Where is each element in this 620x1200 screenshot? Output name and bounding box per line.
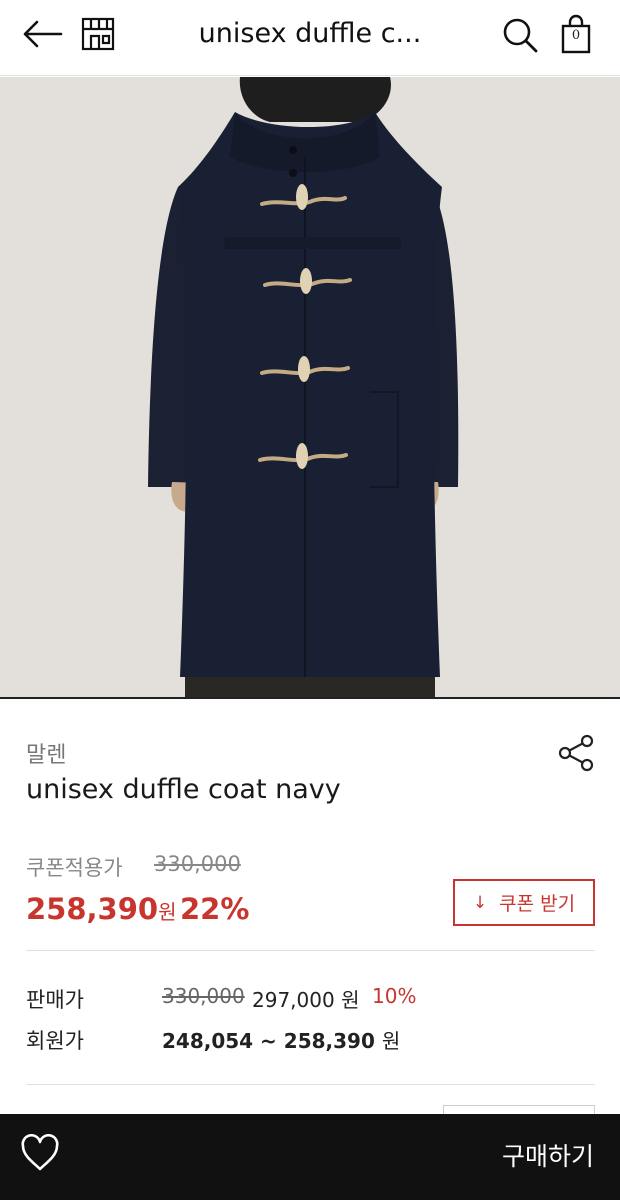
share-icon [558,734,594,772]
product-photo-illustration [0,77,620,697]
coupon-discount-rate: 22% [180,892,250,926]
image-divider [0,697,620,699]
wishlist-button[interactable] [20,1133,66,1180]
page-title: unisex duffle c... [198,18,422,49]
coupon-price-value: 258,390 [26,892,159,926]
product-title: unisex duffle coat navy [26,774,341,805]
sale-original-price: 330,000 [162,984,245,1008]
buy-button[interactable]: 구매하기 [502,1136,594,1178]
brand-name[interactable]: 말렌 [26,737,66,769]
shop-button[interactable] [76,12,120,56]
back-arrow-icon [23,20,63,48]
member-price-range: 248,054 ~ 258,390 원 [162,1025,400,1054]
search-icon [503,18,538,53]
heart-icon [21,1133,59,1171]
cart-button[interactable]: 0 [552,10,600,58]
divider [26,950,595,951]
bottom-action-bar: 구매하기 [0,1114,620,1200]
shop-icon [81,17,115,51]
sale-price: 297,000 원 [252,988,360,1012]
back-button[interactable] [18,12,66,56]
coupon-price: 258,390원 [26,892,177,926]
member-price-label: 회원가 [26,1029,84,1053]
get-coupon-label: 쿠폰 받기 [499,893,576,915]
member-currency-unit: 원 [381,1029,401,1053]
search-button[interactable] [496,12,544,58]
member-price-value: 248,054 ~ 258,390 [162,1029,375,1053]
share-button[interactable] [556,734,600,774]
original-price: 330,000 [154,852,241,876]
get-coupon-button[interactable]: ↓ 쿠폰 받기 [453,879,595,926]
product-image[interactable] [0,77,620,697]
divider [26,1084,595,1085]
top-app-bar: unisex duffle c... 0 [0,0,620,76]
sale-price-label: 판매가 [26,988,84,1012]
cart-count-badge: 0 [571,28,581,43]
download-arrow-icon: ↓ [472,892,488,913]
sale-discount-rate: 10% [372,984,417,1008]
coupon-price-label: 쿠폰적용가 [26,856,123,880]
currency-unit: 원 [158,900,177,924]
